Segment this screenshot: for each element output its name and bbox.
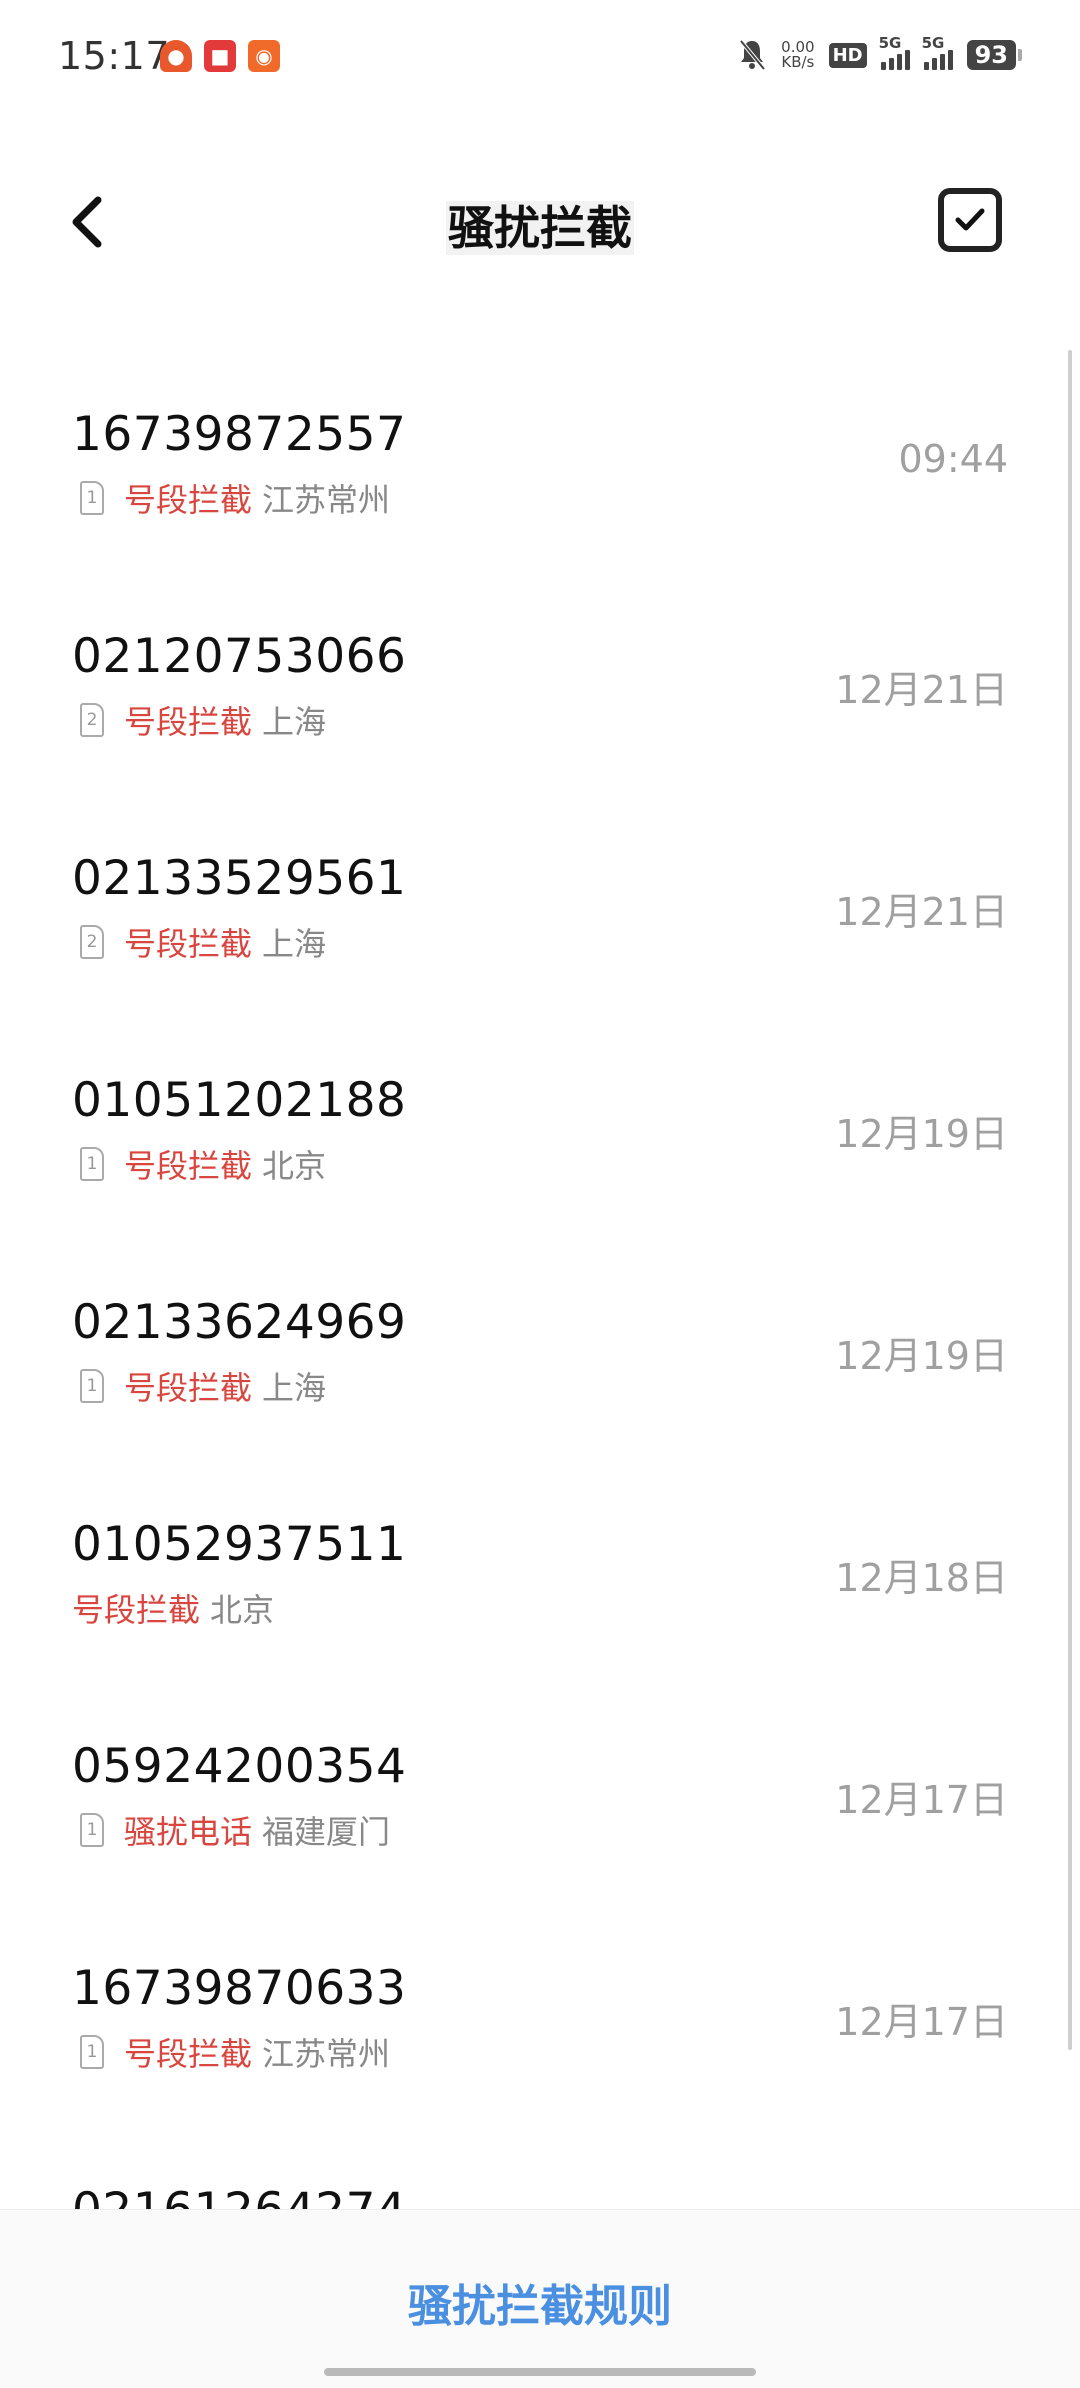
app-notification-icon: ■ [204, 40, 236, 72]
call-row[interactable]: 16739870633 1 号段拦截 江苏常州 12月17日 [0, 1909, 1080, 2131]
call-meta: 1 骚扰电话 福建厦门 [72, 1807, 390, 1853]
sim-card-icon: 1 [80, 1813, 104, 1847]
call-row[interactable]: 02161264274 [0, 2131, 1080, 2210]
call-row[interactable]: 01052937511 号段拦截 北京 12月18日 [0, 1465, 1080, 1687]
sim-card-icon: 1 [80, 2035, 104, 2069]
call-meta: 1 号段拦截 江苏常州 [72, 475, 390, 521]
page-title: 骚扰拦截 [0, 192, 1080, 258]
call-location: 上海 [262, 703, 327, 741]
screen: 15:17 ● ■ ◉ 0.00 KB/s HD 5G 5G 93 骚扰拦截 1… [0, 0, 1080, 2388]
call-location: 江苏常州 [262, 481, 391, 519]
home-indicator[interactable] [324, 2368, 756, 2376]
block-reason-tag: 号段拦截 [124, 925, 253, 963]
call-location: 上海 [262, 1369, 327, 1407]
status-bar: 15:17 ● ■ ◉ 0.00 KB/s HD 5G 5G 93 [0, 0, 1080, 120]
block-rules-button[interactable]: 骚扰拦截规则 [0, 2270, 1080, 2334]
call-row[interactable]: 05924200354 1 骚扰电话 福建厦门 12月17日 [0, 1687, 1080, 1909]
notification-icons: ● ■ ◉ [160, 40, 280, 72]
call-row[interactable]: 02133624969 1 号段拦截 上海 12月19日 [0, 1243, 1080, 1465]
call-location: 北京 [262, 1147, 327, 1185]
net-speed: 0.00 KB/s [781, 40, 814, 70]
call-number: 05924200354 [72, 1739, 407, 1794]
page-title-text: 骚扰拦截 [446, 201, 634, 255]
call-row[interactable]: 02120753066 2 号段拦截 上海 12月21日 [0, 577, 1080, 799]
call-location: 江苏常州 [262, 2035, 391, 2073]
status-icons: 0.00 KB/s HD 5G 5G 93 [737, 34, 1022, 72]
block-reason-tag: 号段拦截 [72, 1591, 201, 1629]
call-meta: 2 号段拦截 上海 [72, 919, 326, 965]
call-time: 12月17日 [835, 1778, 1008, 1822]
block-reason-tag: 号段拦截 [124, 2035, 253, 2073]
sim-card-icon: 1 [80, 481, 104, 515]
mute-bell-icon [737, 38, 767, 72]
battery-icon: 93 [966, 40, 1022, 70]
call-number: 02161264274 [72, 2183, 406, 2210]
call-time: 12月19日 [835, 1112, 1008, 1156]
call-meta: 1 号段拦截 上海 [72, 1363, 326, 1409]
scrollbar[interactable] [1068, 350, 1072, 2050]
block-reason-tag: 号段拦截 [124, 1369, 253, 1407]
call-time: 09:44 [898, 437, 1008, 481]
call-meta: 2 号段拦截 上海 [72, 697, 326, 743]
sim-card-icon: 1 [80, 1147, 104, 1181]
call-number: 02120753066 [72, 629, 407, 684]
call-time: 12月19日 [835, 1334, 1008, 1378]
call-location: 上海 [262, 925, 327, 963]
call-number: 02133529561 [72, 851, 407, 906]
call-number: 01052937511 [72, 1517, 407, 1572]
app-notification-icon: ● [160, 40, 192, 72]
bottom-bar: 骚扰拦截规则 [0, 2209, 1080, 2388]
call-time: 12月21日 [835, 890, 1008, 934]
call-meta: 1 号段拦截 北京 [72, 1141, 326, 1187]
multi-select-button[interactable] [938, 188, 1002, 252]
signal-label: 5G [921, 34, 945, 52]
signal-icon-1: 5G [879, 34, 910, 70]
net-speed-unit: KB/s [781, 53, 815, 71]
status-time: 15:17 [58, 34, 171, 78]
call-location: 福建厦门 [262, 1813, 391, 1851]
blocked-call-list[interactable]: 16739872557 1 号段拦截 江苏常州 09:44 02120753066 2 号段拦… [0, 355, 1080, 2210]
call-row[interactable]: 16739872557 1 号段拦截 江苏常州 09:44 [0, 355, 1080, 577]
sim-card-icon: 2 [80, 925, 104, 959]
call-number: 01051202188 [72, 1073, 407, 1128]
battery-level: 93 [966, 40, 1016, 70]
header: 骚扰拦截 [0, 170, 1080, 280]
sim-card-icon: 2 [80, 703, 104, 737]
block-reason-tag: 号段拦截 [124, 1147, 253, 1185]
call-meta: 1 号段拦截 江苏常州 [72, 2029, 390, 2075]
call-location: 北京 [210, 1591, 275, 1629]
call-meta: 号段拦截 北京 [72, 1585, 274, 1631]
call-number: 16739872557 [72, 407, 407, 462]
app-notification-icon: ◉ [248, 40, 280, 72]
block-reason-tag: 号段拦截 [124, 703, 253, 741]
call-number: 16739870633 [72, 1961, 407, 2016]
signal-label: 5G [878, 34, 902, 52]
block-reason-tag: 号段拦截 [124, 481, 253, 519]
call-time: 12月21日 [835, 668, 1008, 712]
call-row[interactable]: 01051202188 1 号段拦截 北京 12月19日 [0, 1021, 1080, 1243]
call-time: 12月17日 [835, 2000, 1008, 2044]
sim-card-icon: 1 [80, 1369, 104, 1403]
call-time: 12月18日 [835, 1556, 1008, 1600]
checkbox-check-icon [955, 208, 985, 231]
call-number: 02133624969 [72, 1295, 407, 1350]
call-row[interactable]: 02133529561 2 号段拦截 上海 12月21日 [0, 799, 1080, 1021]
hd-icon: HD [828, 42, 867, 68]
signal-icon-2: 5G [922, 34, 953, 70]
block-reason-tag: 骚扰电话 [124, 1813, 253, 1851]
